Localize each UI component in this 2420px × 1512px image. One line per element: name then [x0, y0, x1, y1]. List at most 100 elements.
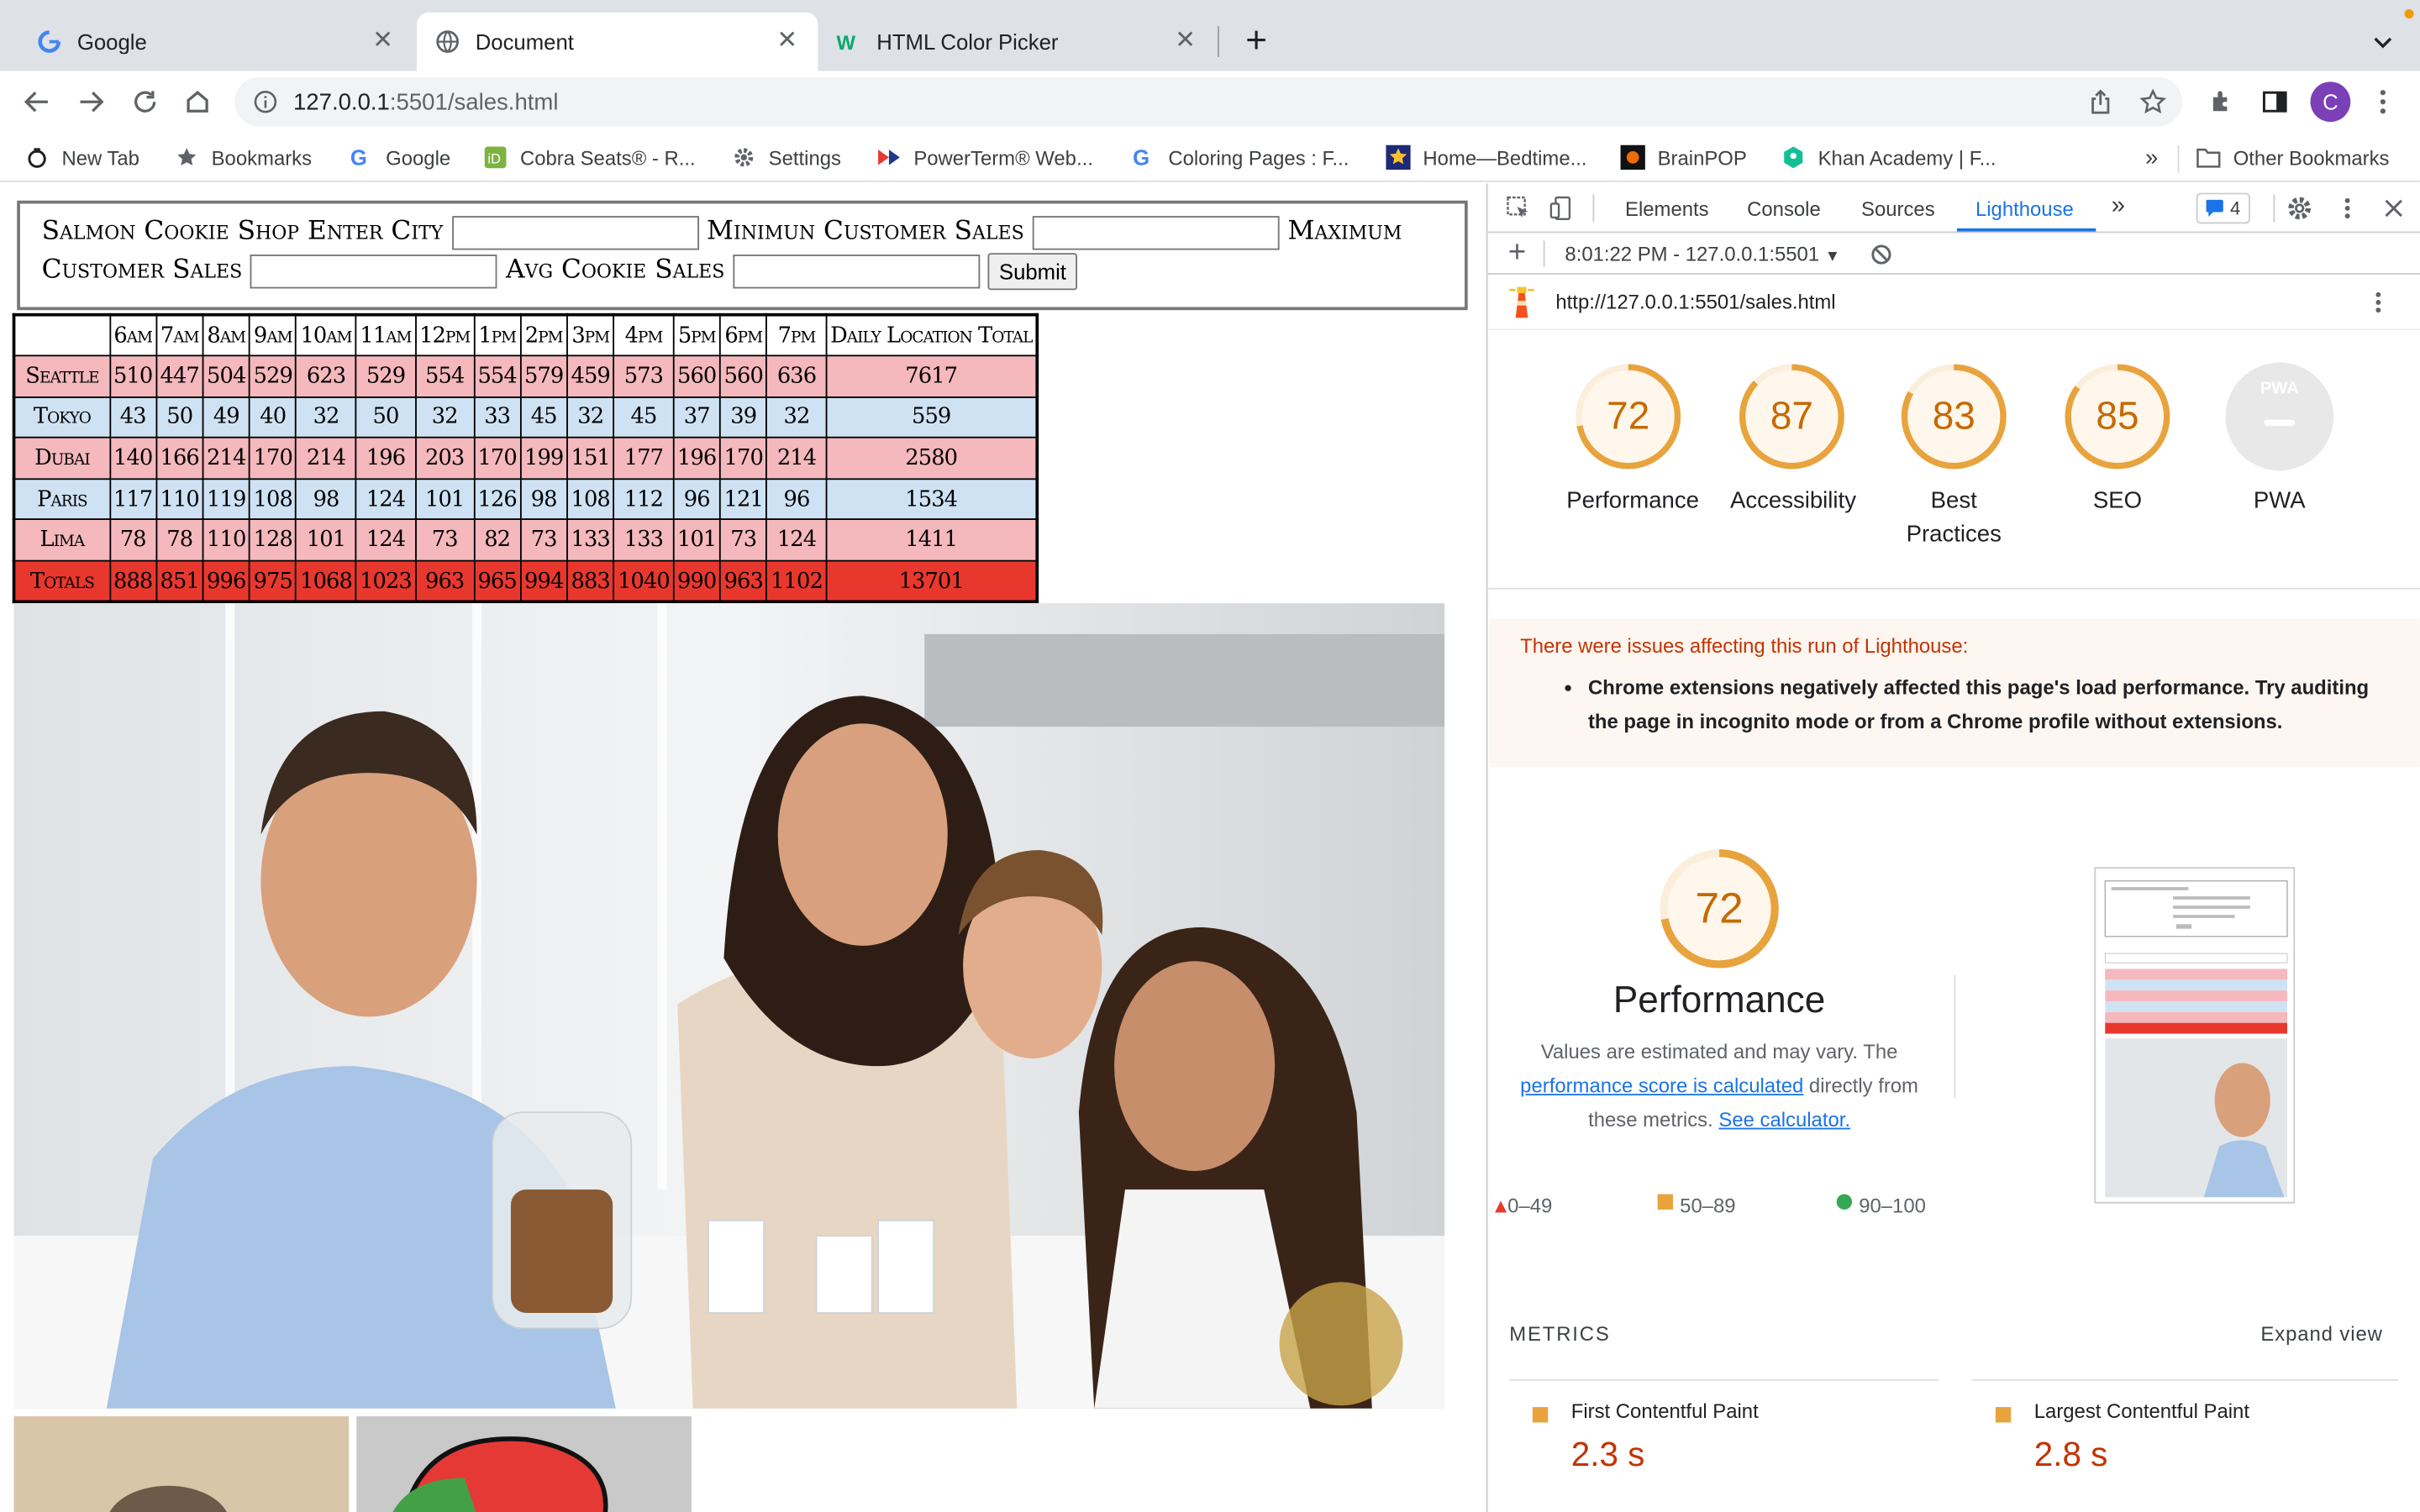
side-panel-icon[interactable] [2256, 83, 2293, 120]
avg-sales-input[interactable] [733, 254, 981, 288]
sales-cell: 98 [519, 478, 568, 521]
row-city-cell: Paris [13, 478, 111, 521]
back-arrow-icon[interactable] [18, 83, 55, 120]
report-menu-icon[interactable] [2374, 288, 2383, 316]
performance-title: Performance [1612, 979, 1826, 1021]
bookmark-star-icon[interactable] [2139, 88, 2167, 116]
info-icon[interactable] [253, 90, 277, 114]
page-screenshot-thumbnail[interactable] [2094, 867, 2296, 1204]
min-sales-input[interactable] [1032, 215, 1280, 249]
totals-cell: 965 [472, 559, 522, 603]
more-tabs-chevron[interactable]: » [2112, 193, 2125, 221]
bookmark-coloring[interactable]: G Coloring Pages : F... [1131, 145, 1349, 170]
bookmark-khan[interactable]: Khan Academy | F... [1781, 145, 1996, 170]
table-body: Seattle 510 447 504 529 623 529 554 554 579 459 573… [13, 354, 1038, 603]
sales-cell: 110 [155, 478, 204, 521]
sales-cell: 196 [355, 437, 417, 480]
bookmark-bedtime[interactable]: Home—Bedtime... [1386, 144, 1587, 171]
column-header: Daily Location Total [825, 313, 1038, 357]
bookmark-cobra[interactable]: iD Cobra Seats® - R... [483, 145, 696, 170]
other-bookmarks[interactable]: Other Bookmarks [2196, 145, 2389, 170]
khan-icon [1781, 145, 1806, 170]
gauge-pwa[interactable]: PWA PWA [2217, 361, 2341, 518]
device-toolbar-icon[interactable] [1549, 196, 1574, 221]
sales-cell: 203 [414, 437, 475, 480]
devtools-menu-icon[interactable] [2341, 194, 2354, 222]
profile-avatar[interactable]: C [2310, 81, 2351, 123]
gauge-best-practices[interactable]: 83 Best Practices [1892, 361, 2016, 553]
tab-lighthouse[interactable]: Lighthouse [1975, 197, 2074, 221]
sales-cell: 124 [355, 519, 417, 562]
city-input[interactable] [451, 215, 699, 249]
sales-form: Salmon Cookie Shop Enter City Minimun Cu… [17, 200, 1468, 311]
tab-document[interactable]: Document ✕ [416, 12, 818, 71]
score-calculated-link[interactable]: performance score is calculated [1520, 1074, 1803, 1097]
tab-sources[interactable]: Sources [1861, 197, 1935, 221]
submit-button[interactable]: Submit [988, 252, 1077, 290]
tab-title: Document [475, 29, 574, 55]
more-bookmarks-chevron[interactable]: » [2145, 145, 2158, 171]
sales-cell: 37 [672, 396, 721, 439]
svg-text:G: G [350, 147, 367, 169]
close-icon[interactable]: ✕ [1173, 29, 1197, 54]
enter-city-label: Enter City [308, 216, 444, 247]
bookmark-new-tab[interactable]: New Tab [24, 145, 139, 170]
home-icon[interactable] [179, 83, 216, 120]
kebab-menu-icon[interactable] [2365, 83, 2402, 120]
devtools-panel: Elements Console Sources Lighthouse » 4 … [1486, 183, 2420, 1512]
sales-cell: 554 [414, 354, 475, 398]
gauge-seo[interactable]: 85 SEO [2055, 361, 2179, 518]
issues-badge[interactable]: 4 [2196, 192, 2250, 224]
url-host: 127.0.0.1 [292, 88, 390, 115]
bookmark-label: Google [386, 145, 451, 170]
newtab-icon [24, 145, 49, 170]
close-icon[interactable]: ✕ [371, 29, 395, 54]
close-devtools-icon[interactable] [2380, 194, 2407, 222]
settings-gear-icon[interactable] [2286, 194, 2313, 222]
address-bar[interactable]: 127.0.0.1:5501/sales.html [234, 76, 2183, 127]
bookmark-settings[interactable]: Settings [732, 145, 841, 170]
report-selector[interactable]: 8:01:22 PM - 127.0.0.1:5501 ▼ [1565, 242, 1840, 265]
table-header-row: 6am 7am 8am 9am 10am 11am 12pm 1pm 2pm 3pm 4pm 5pm 6… [13, 313, 1038, 357]
extensions-puzzle-icon[interactable] [2204, 83, 2241, 120]
new-report-plus-icon[interactable]: + [1505, 235, 1529, 269]
sales-cell: 50 [355, 396, 417, 439]
tab-console[interactable]: Console [1747, 197, 1821, 221]
gauge-accessibility[interactable]: 87 Accessibility [1730, 361, 1856, 518]
bookmark-powerterm[interactable]: PowerTerm® Web... [876, 145, 1093, 170]
inspect-element-icon[interactable] [1507, 196, 1531, 220]
clear-block-icon[interactable] [1869, 242, 1892, 265]
expand-view-button[interactable]: Expand view [2260, 1322, 2383, 1346]
max-sales-input[interactable] [250, 254, 498, 288]
gauge-performance[interactable]: 72 Performance [1566, 361, 1699, 518]
google-g-icon [37, 29, 61, 54]
bookmark-google[interactable]: G Google [349, 145, 450, 170]
metric-name: Largest Contentful Paint [2033, 1399, 2249, 1423]
sales-cell: 108 [249, 478, 297, 521]
tab-elements[interactable]: Elements [1625, 197, 1709, 221]
toolbar-divider [2273, 194, 2275, 223]
share-icon[interactable] [2086, 88, 2114, 116]
warning-item: Chrome extensions negatively affected th… [1588, 671, 2389, 739]
reload-icon[interactable] [127, 83, 164, 120]
close-icon[interactable]: ✕ [775, 29, 799, 54]
svg-text:W: W [836, 32, 855, 55]
chevron-down-icon[interactable] [2367, 26, 2398, 57]
row-city-cell: Tokyo [13, 396, 111, 439]
sales-cell: 529 [355, 354, 417, 398]
new-tab-plus-icon[interactable]: + [1239, 20, 1273, 62]
report-url[interactable]: http://127.0.0.1:5501/sales.html [1555, 290, 1835, 313]
sales-cell: 579 [519, 354, 568, 398]
see-calculator-link[interactable]: See calculator. [1718, 1108, 1850, 1131]
tab-color-picker[interactable]: W HTML Color Picker ✕ [818, 13, 1216, 71]
sales-cell: 573 [613, 354, 675, 398]
sales-cell: 101 [295, 519, 357, 562]
tab-google[interactable]: Google ✕ [18, 13, 413, 71]
bookmark-brainpop[interactable]: BrainPOP [1620, 144, 1747, 171]
lighthouse-toolbar: + 8:01:22 PM - 127.0.0.1:5501 ▼ [1487, 233, 2420, 275]
forward-arrow-icon[interactable] [72, 83, 109, 120]
sales-cell: 510 [108, 354, 157, 398]
green-circle-icon [1836, 1194, 1853, 1210]
bookmark-bookmarks[interactable]: Bookmarks [175, 145, 312, 170]
row-total-cell: 7617 [825, 354, 1038, 398]
